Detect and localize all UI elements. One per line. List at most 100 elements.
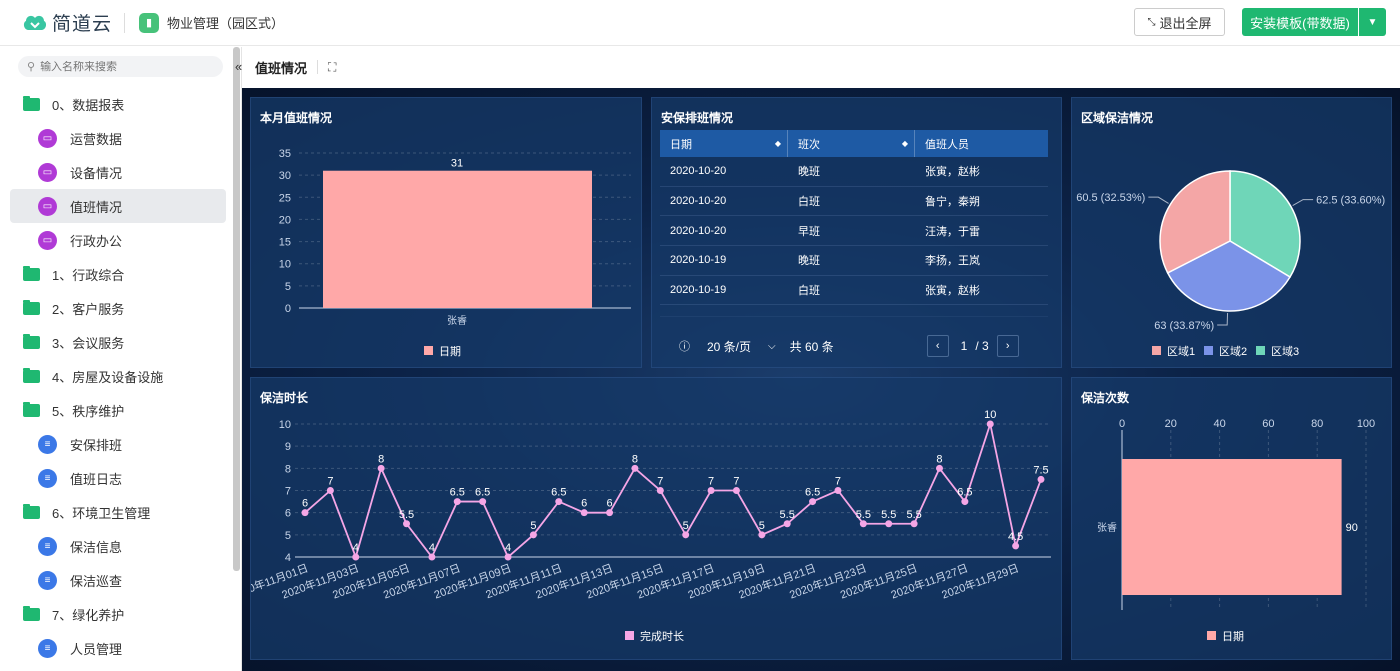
- y-tick-label: 5: [285, 530, 291, 542]
- legend-label: 区域3: [1271, 345, 1299, 358]
- install-template-button[interactable]: 安装模板(带数据): [1242, 8, 1358, 36]
- data-label: 6.5: [805, 487, 820, 499]
- table-row[interactable]: 2020-10-19 晚班 李扬，王岚: [660, 246, 1048, 276]
- chevron-down-icon[interactable]: ⌵: [768, 341, 776, 352]
- panel-title: 区域保洁情况: [1081, 111, 1154, 125]
- sidebar-item[interactable]: 2、客户服务: [10, 291, 226, 325]
- x-tick-label: 20: [1165, 418, 1177, 430]
- data-label: 6.5: [475, 487, 490, 499]
- sidebar-item[interactable]: ≡ 保洁巡查: [10, 563, 226, 597]
- search-box[interactable]: ⚲: [18, 56, 223, 77]
- sidebar-item[interactable]: ▭ 设备情况: [10, 155, 226, 189]
- sidebar-item[interactable]: ▭ 运营数据: [10, 121, 226, 155]
- form-icon: ≡: [38, 638, 57, 658]
- data-point: [403, 520, 411, 528]
- data-label: 5.5: [881, 509, 896, 521]
- data-point: [326, 487, 334, 494]
- next-page-button[interactable]: ›: [996, 335, 1019, 357]
- exit-fullscreen-button[interactable]: ⤡ 退出全屏: [1134, 8, 1225, 36]
- fullscreen-icon[interactable]: ⛶: [328, 60, 336, 75]
- folder-icon: [23, 95, 40, 111]
- sidebar-item[interactable]: ≡ 安保排班: [10, 427, 226, 461]
- sidebar-item[interactable]: 1、行政综合: [10, 257, 226, 291]
- sidebar-item[interactable]: ▭ 行政办公: [10, 223, 226, 257]
- sidebar-item-label: 运营数据: [70, 131, 123, 147]
- table-row[interactable]: 2020-10-19 白班 张寅，赵彬: [660, 276, 1048, 306]
- sort-icon[interactable]: ◆: [902, 139, 908, 148]
- sidebar-item-label: 保洁巡查: [70, 573, 123, 589]
- y-tick-label: 6: [285, 508, 291, 520]
- data-label: 5: [683, 520, 689, 532]
- sidebar-item[interactable]: ≡ 人员管理: [10, 631, 226, 665]
- form-icon: ≡: [38, 536, 57, 556]
- x-tick-label: 80: [1311, 418, 1323, 430]
- monthly-duty-chart: 0 5 10 15 20 25 30 35 31 张睿日期: [279, 148, 631, 358]
- sidebar-item[interactable]: 6、环境卫生管理: [10, 495, 226, 529]
- y-tick-label: 张睿: [1097, 521, 1117, 534]
- dashboard-canvas: 本月值班情况 0 5 10 15 20 25 30 35 31 张睿 日期 安保排班情况 日期 ◆ 班…: [229, 88, 1400, 671]
- panel-cleaning-count: 保洁次数 0 20 40 60 80 100 90 张睿 日期: [1071, 377, 1392, 660]
- sidebar-item[interactable]: ≡ 值班日志: [10, 461, 226, 495]
- prev-page-button[interactable]: ‹: [926, 335, 949, 357]
- y-tick-label: 7: [285, 486, 291, 498]
- table-row[interactable]: 2020-10-20 白班 鲁宁，秦朔: [660, 187, 1048, 217]
- sort-icon[interactable]: ◆: [775, 139, 781, 148]
- sidebar-item[interactable]: ▭ 值班情况: [10, 189, 226, 223]
- data-point: [809, 498, 817, 506]
- y-tick-label: 20: [279, 214, 291, 226]
- install-dropdown-button[interactable]: ▼: [1359, 8, 1386, 36]
- current-page-input[interactable]: 1: [961, 339, 968, 353]
- data-label: 5.5: [780, 509, 795, 521]
- panel-title: 本月值班情况: [260, 111, 333, 125]
- bar: [1122, 459, 1342, 595]
- sidebar-scrollbar[interactable]: [233, 47, 240, 571]
- sidebar: ⚲ 0、数据报表 ▭ 运营数据 ▭ 设备情况 ▭ 值班情况 ▭ 行政办公 1、行政综合 2、客户服务…: [0, 47, 242, 671]
- sidebar-item-label: 7、绿化养护: [52, 607, 125, 623]
- table-cell: 鲁宁，秦朔: [925, 196, 980, 209]
- data-label: 7: [835, 476, 841, 488]
- data-point: [580, 509, 588, 517]
- data-label: 5.5: [856, 509, 871, 521]
- data-label: 5: [759, 520, 765, 532]
- table-cell: 2020-10-19: [670, 284, 727, 297]
- table-row[interactable]: 2020-10-20 晚班 张寅，赵彬: [660, 157, 1048, 187]
- sidebar-item[interactable]: 4、房屋及设备设施: [10, 359, 226, 393]
- report-icon: ▭: [38, 196, 57, 216]
- data-label: 7: [327, 476, 333, 488]
- data-point: [783, 520, 791, 528]
- y-tick-label: 8: [285, 463, 291, 475]
- sidebar-item-label: 保洁信息: [70, 539, 123, 555]
- logo[interactable]: 简道云: [22, 9, 114, 36]
- page-title: 值班情况: [255, 60, 308, 76]
- data-label: 5: [530, 520, 536, 532]
- table-cell: 2020-10-20: [670, 165, 727, 178]
- column-header-date[interactable]: 日期 ◆: [660, 130, 788, 157]
- pagination: ⓘ 20 条/页 ⌵ 共 60 条 ‹ 1 / 3 ›: [652, 326, 1062, 366]
- sidebar-item[interactable]: 5、秩序维护: [10, 393, 226, 427]
- data-label: 7: [708, 476, 714, 488]
- folder-icon: [23, 503, 40, 519]
- search-input[interactable]: [40, 60, 211, 73]
- sidebar-item[interactable]: 7、绿化养护: [10, 597, 226, 631]
- data-label: 7: [733, 476, 739, 488]
- info-icon[interactable]: ⓘ: [679, 338, 690, 354]
- form-icon: ≡: [38, 570, 57, 590]
- column-header-staff[interactable]: 值班人员: [915, 130, 1048, 157]
- bar: [323, 170, 592, 308]
- folder-icon: [23, 333, 40, 349]
- data-point: [1037, 475, 1045, 483]
- table-row[interactable]: 2020-10-20 早班 汪涛，于雷: [660, 216, 1048, 247]
- page-size-select[interactable]: 20 条/页: [707, 338, 751, 355]
- legend-swatch: [1207, 631, 1216, 640]
- sidebar-item[interactable]: 0、数据报表: [10, 87, 226, 121]
- data-point: [834, 487, 842, 494]
- data-label: 5.5: [399, 509, 414, 521]
- data-point: [555, 498, 563, 506]
- collapse-sidebar-icon[interactable]: «: [235, 59, 242, 74]
- data-label: 5.5: [906, 509, 921, 521]
- label-leader: [1217, 312, 1229, 326]
- sidebar-item[interactable]: ≡ 保洁信息: [10, 529, 226, 563]
- content-toolbar: 值班情况 ⛶: [242, 47, 1400, 87]
- column-header-shift[interactable]: 班次 ◆: [788, 130, 915, 157]
- sidebar-item[interactable]: 3、会议服务: [10, 325, 226, 359]
